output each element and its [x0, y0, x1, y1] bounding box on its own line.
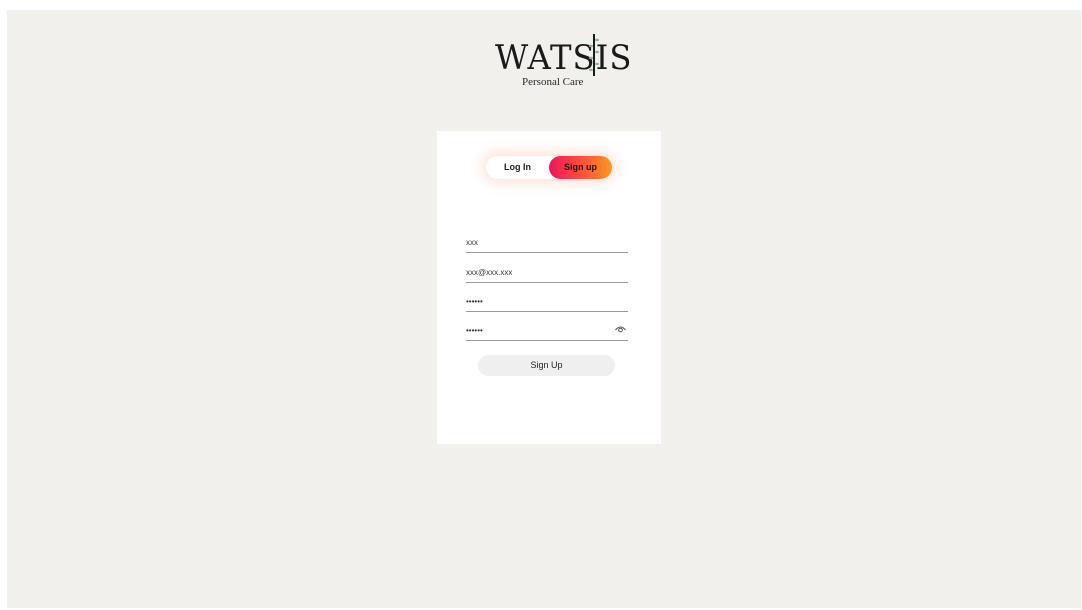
eye-icon[interactable] — [615, 325, 626, 333]
signup-card: Log In Sign up Sign Up — [437, 131, 661, 444]
confirm-password-input[interactable] — [466, 322, 606, 338]
password-field — [466, 291, 628, 312]
tab-sign-up[interactable]: Sign up — [549, 156, 612, 179]
brand-name: WATSIS — [495, 38, 633, 78]
brand-logo: WATSIS Personal Care — [495, 32, 631, 92]
sign-up-button[interactable]: Sign Up — [478, 355, 615, 376]
auth-mode-toggle: Log In Sign up — [486, 156, 612, 179]
name-input[interactable] — [466, 234, 606, 250]
email-input[interactable] — [466, 264, 606, 280]
password-input[interactable] — [466, 293, 606, 309]
confirm-password-field — [466, 320, 628, 341]
page-background: WATSIS Personal Care Log In Sign up xxx … — [7, 10, 1081, 608]
tab-log-in[interactable]: Log In — [486, 156, 549, 179]
email-field — [466, 262, 628, 283]
name-field — [466, 232, 628, 253]
brand-tagline: Personal Care — [522, 76, 584, 88]
vine-leaf-icon — [589, 34, 599, 76]
